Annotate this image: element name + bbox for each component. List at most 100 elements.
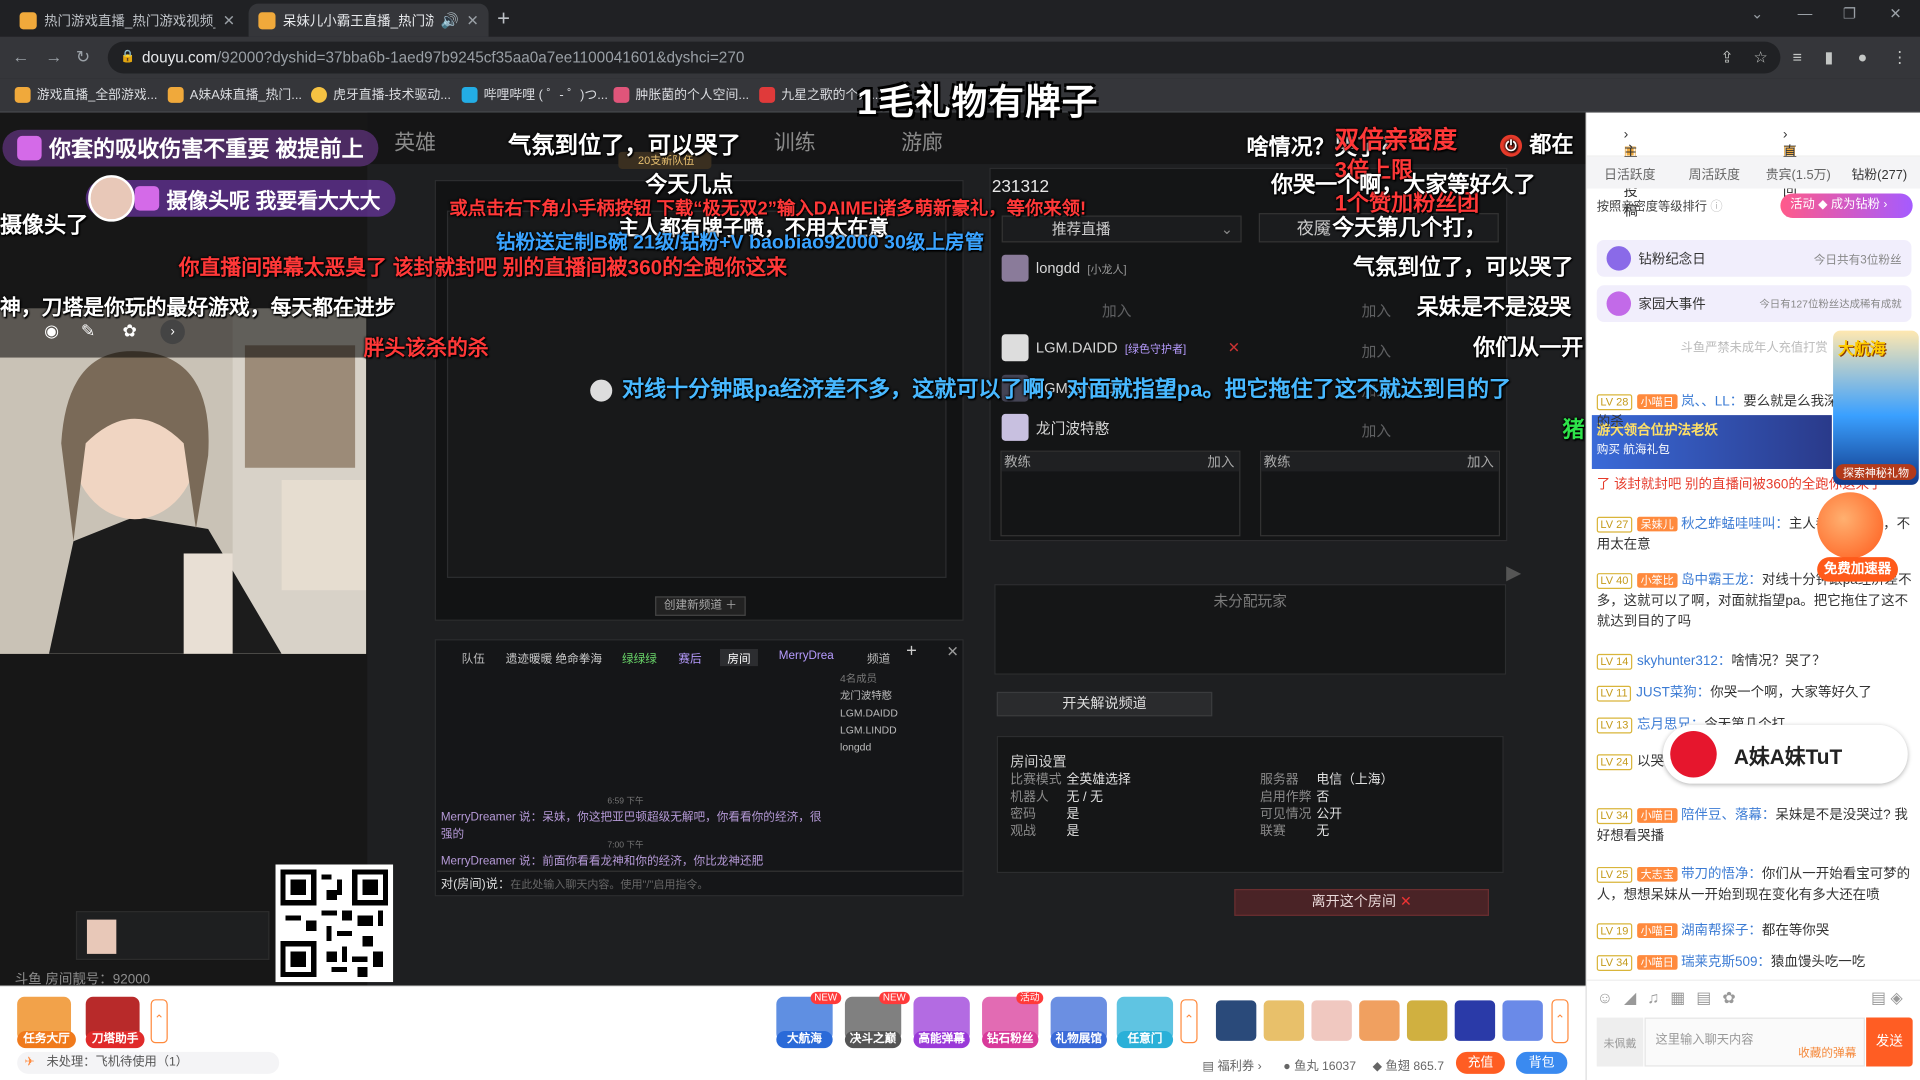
chat-member[interactable]: LGM.LINDD <box>840 721 958 738</box>
profile-icon[interactable]: ● <box>1858 48 1868 66</box>
welfare-coupon[interactable]: ▤ 福利券 › <box>1202 1056 1261 1073</box>
send-button[interactable]: 发送 <box>1866 1017 1913 1067</box>
magic-wand-icon[interactable]: ✎ <box>81 321 95 342</box>
chevron-right-icon[interactable]: › <box>160 319 185 345</box>
chat-input[interactable]: 这里输入聊天内容 收藏的弹幕 <box>1644 1017 1865 1067</box>
weibo-badge[interactable]: A妹A妹TuT <box>1662 724 1908 784</box>
rocket-icon[interactable] <box>1817 492 1884 559</box>
username[interactable]: 秋之蚱蜢哇哇叫： <box>1681 517 1789 532</box>
back-icon[interactable]: ← <box>12 47 29 67</box>
chat-tab[interactable]: 赛后 <box>678 649 701 666</box>
username[interactable]: JUST菜狗： <box>1636 686 1710 701</box>
feature-entry-label[interactable]: 礼物展馆 <box>1050 1031 1107 1049</box>
gift-item[interactable] <box>1263 1000 1305 1041</box>
voyage-widget[interactable]: 大航海 探索神秘礼物 <box>1833 330 1919 485</box>
filter-icon[interactable]: ✿ <box>122 321 136 342</box>
join-slot-button[interactable]: 加入 <box>1362 300 1391 321</box>
saved-danmaku-link[interactable]: 收藏的弹幕 <box>1798 1043 1856 1060</box>
close-icon[interactable]: ✕ <box>466 12 478 29</box>
chat-tab[interactable]: 房间 <box>720 648 758 667</box>
fan-anniversary-card[interactable]: 钻粉纪念日 今日共有3位粉丝 <box>1596 240 1912 277</box>
chat-member[interactable]: 龙门波特憨 <box>840 687 958 704</box>
tab-search-icon[interactable]: ⌄ <box>1751 5 1763 22</box>
sub-badge[interactable]: 未佩戴 <box>1596 1017 1644 1067</box>
join-slot-button[interactable]: 加入 <box>1102 300 1131 321</box>
tab-vip[interactable]: 贵宾(1.5万) <box>1766 165 1831 183</box>
gift-item[interactable] <box>1502 1000 1543 1041</box>
chat-tab[interactable]: 遗迹暖暖 绝命拳海 <box>506 649 602 666</box>
join-coach-button[interactable]: 加入 <box>1467 452 1494 472</box>
chat-tab[interactable]: MerryDrea <box>779 649 834 662</box>
recharge-button[interactable]: 充值 <box>1455 1051 1505 1074</box>
bookmark-item[interactable]: 虎牙直播-技术驱动... <box>311 86 451 104</box>
join-coach-button[interactable]: 加入 <box>1207 452 1234 472</box>
chevron-up-icon[interactable]: ⌃ <box>1551 999 1569 1044</box>
bookmark-item[interactable]: 肿胀菌的个人空间... <box>613 86 749 104</box>
chat-tab[interactable]: 绿绿绿 <box>622 649 657 666</box>
bookmark-star-icon[interactable]: ☆ <box>1753 48 1767 68</box>
chat-message[interactable]: LV 19 小喵日 湖南帮探子：都在等你哭 <box>1596 921 1913 942</box>
video-player[interactable]: 英雄 训练 游廊 20支新队伍 创建新频道 ＋ 231312 推荐直播 ⌄ 夜魇 … <box>0 112 1586 986</box>
streamer-posts-link[interactable]: ▣ 主播投稿 › <box>1624 127 1638 219</box>
kick-icon[interactable]: ✕ <box>1228 339 1240 356</box>
username[interactable]: skyhunter312： <box>1637 654 1731 669</box>
fan-badge-icon[interactable]: ▤ ◈ <box>1871 988 1903 1008</box>
tab-current-stream[interactable]: 呆妹儿小霸王直播_热门游戏 🔊 ✕ <box>248 3 489 37</box>
camera-icon[interactable]: ◉ <box>44 321 59 342</box>
chat-message[interactable]: LV 11 JUST菜狗：你哭一个啊，大家等好久了 <box>1596 683 1913 704</box>
feature-entry-label[interactable]: 大航海 <box>776 1031 833 1049</box>
username[interactable]: 岚、、LL： <box>1681 394 1743 409</box>
tab-hot-games[interactable]: 热门游戏直播_热门游戏视频_热 ✕ <box>10 4 245 37</box>
reading-list-icon[interactable]: ≡ <box>1793 48 1802 66</box>
chat-message[interactable]: LV 34 小喵日 瑞莱克斯509：猿血馒头吃一吃 <box>1596 953 1913 974</box>
share-icon[interactable]: ⇪ <box>1720 48 1733 68</box>
ingame-chat-input[interactable]: 对(房间)说：在此处输入聊天内容。使用"/"启用指令。 <box>437 870 964 895</box>
minimize-icon[interactable]: — <box>1798 5 1813 22</box>
bookmark-item[interactable]: 哔哩哔哩 ( ゜- ゜)つ... <box>461 86 608 104</box>
gift-item[interactable] <box>1215 1000 1257 1041</box>
chat-tab[interactable]: 队伍 <box>462 649 485 666</box>
chat-message[interactable]: LV 25 大志宝 带刀的悟净：你们从一开始看宝可梦的人，想想呆妹从一开始到现在变化… <box>1596 864 1913 906</box>
side-panel-icon[interactable]: ▮ <box>1825 48 1834 68</box>
tab-diamond-fans[interactable]: 钻粉(277) <box>1851 165 1907 183</box>
dota-helper-label[interactable]: 刀塔助手 <box>85 1031 145 1049</box>
gift-item[interactable] <box>1359 1000 1400 1041</box>
commentary-toggle-button[interactable]: 开关解说频道 <box>996 691 1213 717</box>
chevron-up-icon[interactable]: ⌃ <box>1180 999 1198 1044</box>
tab-weekly[interactable]: 周活跃度 <box>1689 165 1740 183</box>
bookmark-item[interactable]: 游戏直播_全部游戏... <box>14 86 158 104</box>
reload-icon[interactable]: ↻ <box>76 47 90 68</box>
close-window-icon[interactable]: ✕ <box>1889 5 1901 22</box>
replay-link[interactable]: ▣ 直播回看 › <box>1783 127 1797 219</box>
gift-item[interactable] <box>1406 1000 1448 1041</box>
add-channel-icon[interactable]: + <box>906 640 917 661</box>
pending-items[interactable]: ✈ 未处理：飞机待使用（1） <box>17 1051 280 1074</box>
gift-item[interactable] <box>1454 1000 1496 1041</box>
player-row[interactable]: 龙门波特憨 <box>1001 409 1109 446</box>
home-events-card[interactable]: 家园大事件 今日有127位粉丝达成稀有成就 <box>1596 285 1912 323</box>
speaker-icon[interactable]: 🔊 <box>441 12 459 29</box>
chat-message[interactable]: LV 14 skyhunter312：啥情况？哭了？ <box>1596 651 1913 672</box>
feature-entry-label[interactable]: 决斗之巅 <box>844 1031 902 1049</box>
chevron-up-icon[interactable]: ⌃ <box>150 999 168 1044</box>
task-hall-label[interactable]: 任务大厅 <box>17 1031 76 1049</box>
feature-entry-label[interactable]: 高能弹幕 <box>913 1031 970 1049</box>
feature-entry-label[interactable]: 任意门 <box>1116 1031 1174 1049</box>
menu-icon[interactable]: ⋮ <box>1892 48 1908 68</box>
player-row[interactable]: LGM.DAIDD [绿色守护者] ✕ <box>1001 329 1240 366</box>
address-bar[interactable]: 🔒 douyu.com/92000?dyshid=37bba6b-1aed97b… <box>107 41 1781 74</box>
join-slot-button[interactable]: 加入 <box>1362 340 1391 361</box>
tab-daily[interactable]: 日活跃度 <box>1604 165 1655 183</box>
bookmark-item[interactable]: A妹A妹直播_热门... <box>167 86 302 104</box>
restore-icon[interactable]: ❐ <box>1843 5 1856 22</box>
new-tab-button[interactable]: + <box>497 6 510 32</box>
free-accelerator-button[interactable]: 免费加速器 <box>1817 557 1898 582</box>
close-icon[interactable]: ✕ <box>947 643 959 660</box>
feature-entry-label[interactable]: 钻石粉丝 <box>982 1031 1039 1049</box>
username[interactable]: 瑞莱克斯509： <box>1681 955 1771 970</box>
close-icon[interactable]: ✕ <box>223 12 235 29</box>
chat-tool-icons[interactable]: ☺◢♫▦▤✿ <box>1597 988 1747 1008</box>
forward-icon[interactable]: → <box>45 47 62 67</box>
chat-tab[interactable]: 频道 <box>867 649 890 666</box>
player-row[interactable]: longdd [小龙人] <box>1001 250 1127 287</box>
